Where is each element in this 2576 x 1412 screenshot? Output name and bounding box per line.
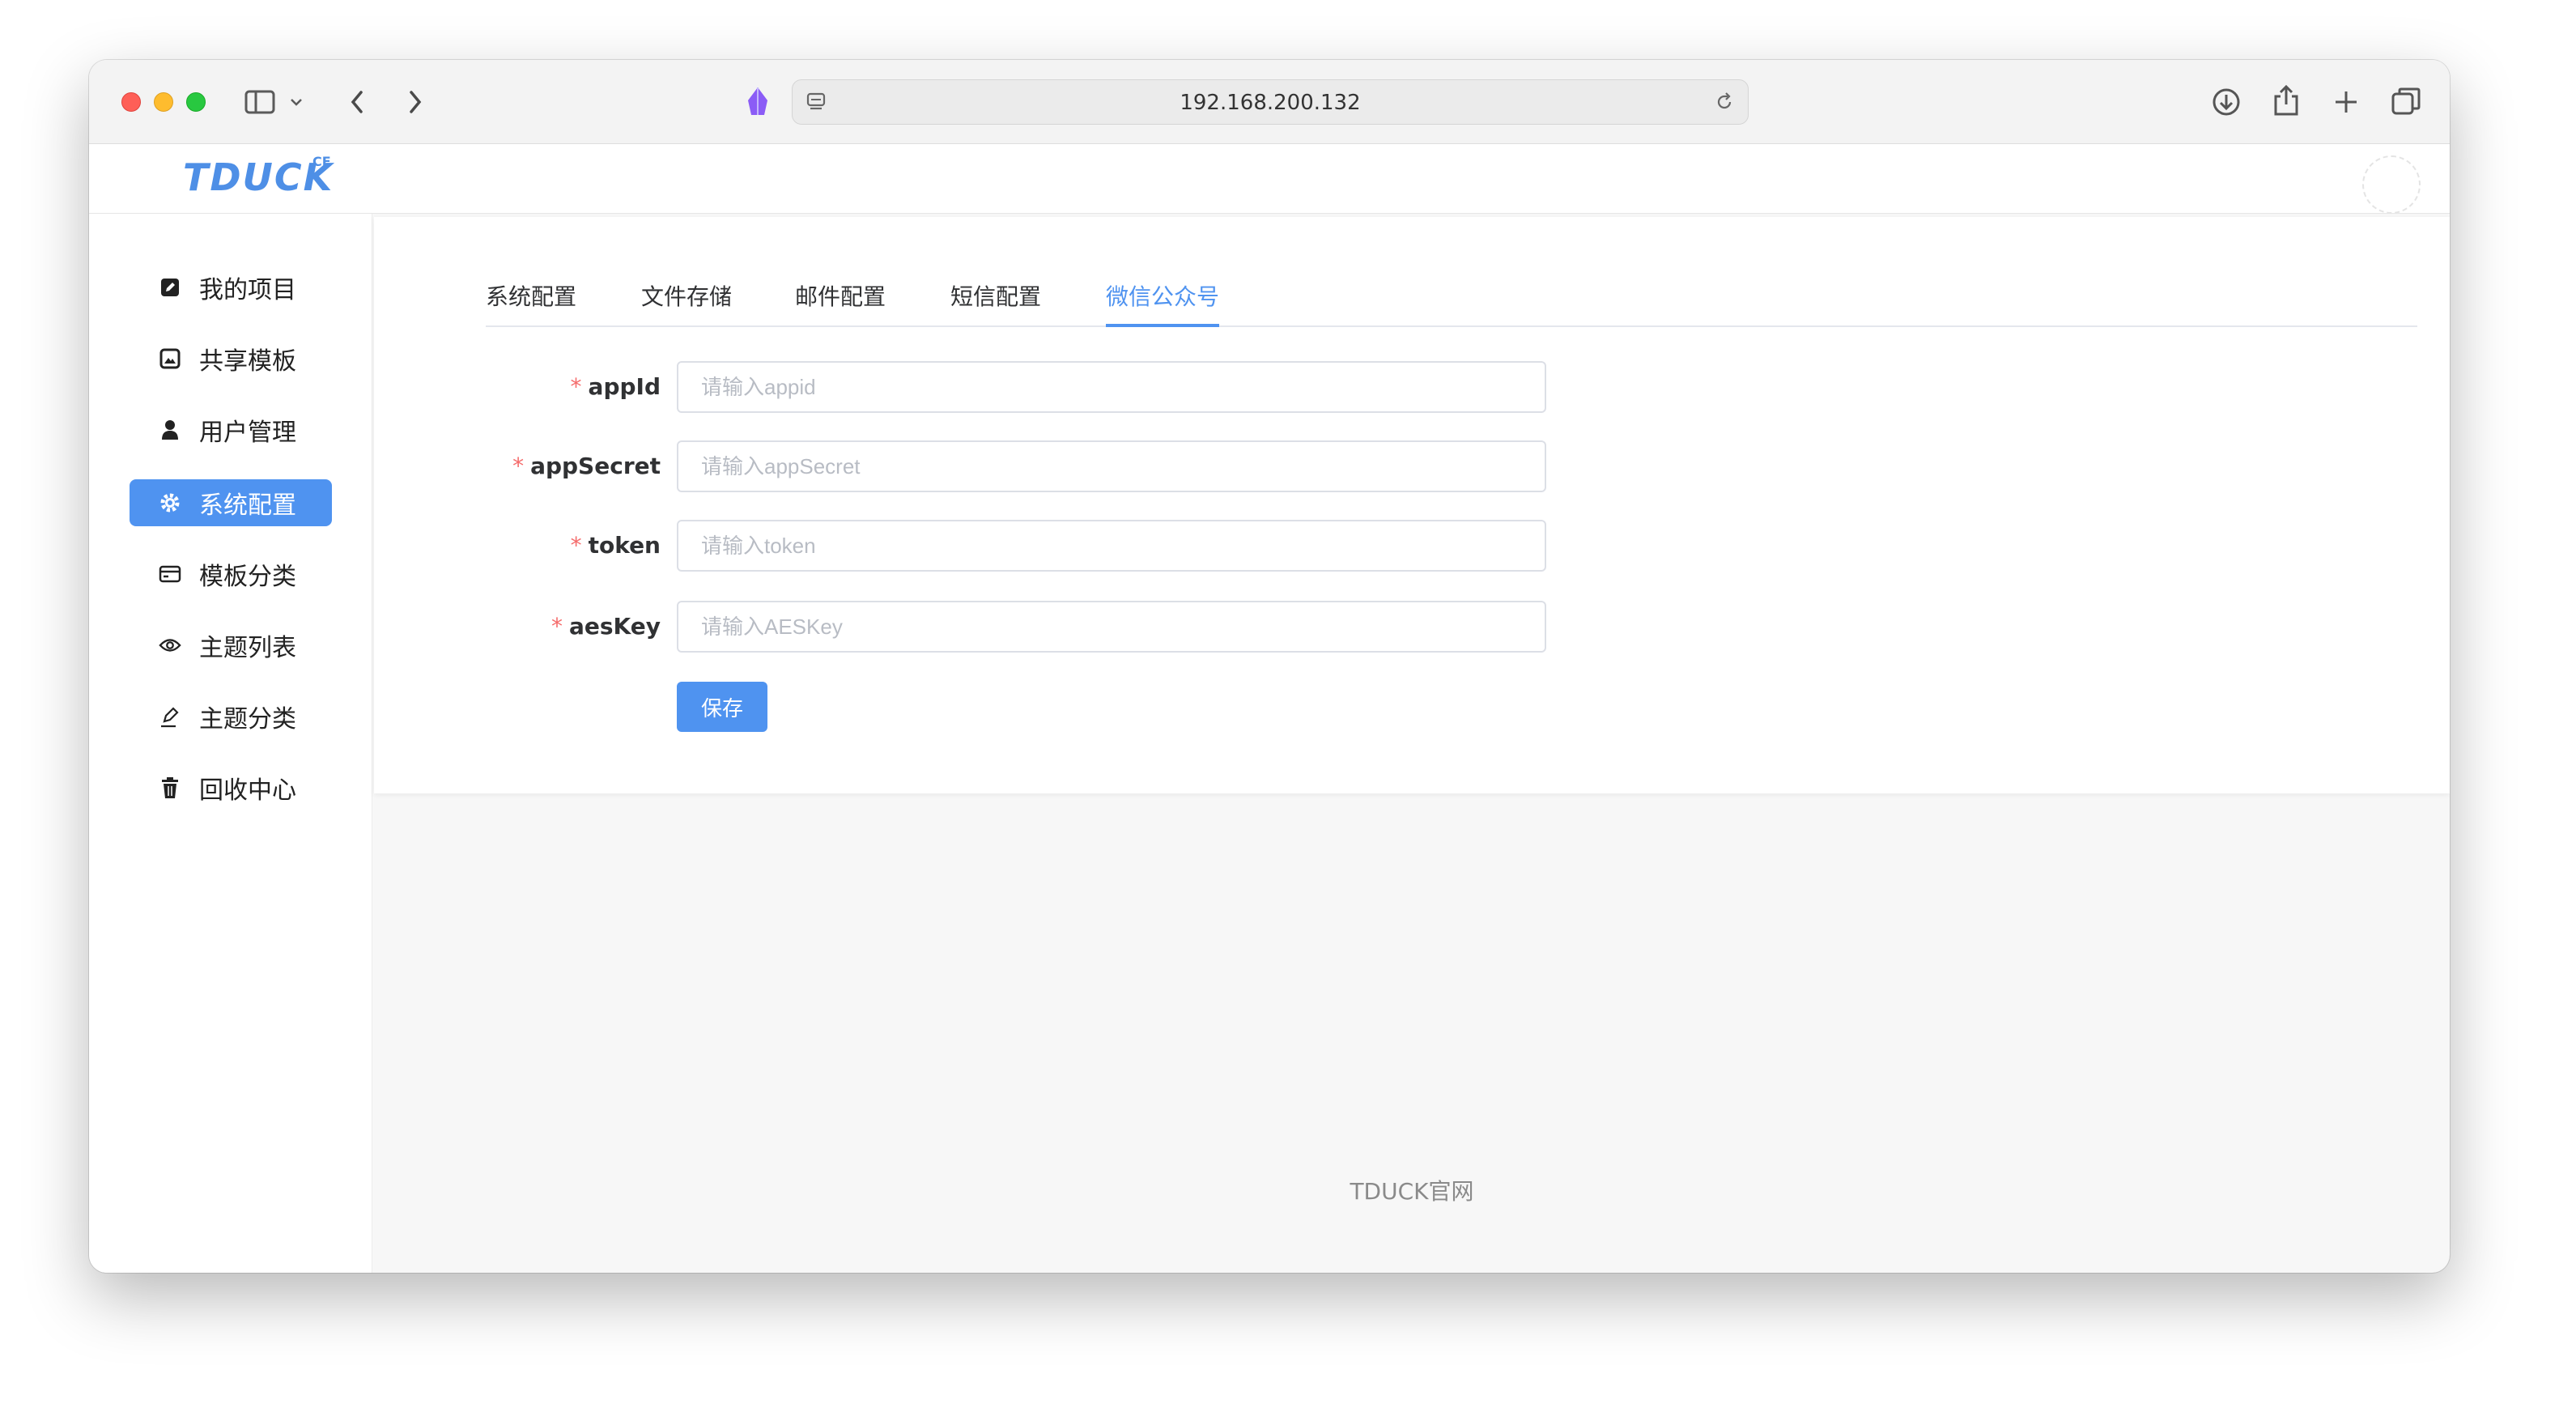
tab-overview-icon[interactable] [2387, 83, 2425, 121]
form-row-appsecret: * appSecret [374, 440, 2450, 492]
sidebar-item-user-management[interactable]: 用户管理 [130, 406, 332, 453]
active-tab-indicator [1106, 324, 1219, 327]
tab-email-config[interactable]: 邮件配置 [795, 274, 886, 327]
avatar[interactable] [2362, 155, 2421, 214]
appsecret-label: * appSecret [512, 453, 661, 479]
settings-card: 系统配置 文件存储 邮件配置 短信配置 微信公众号 *appId *appSec… [374, 217, 2450, 793]
token-input[interactable] [677, 520, 1546, 572]
form-row-aeskey: * aesKey [374, 601, 2450, 653]
sidebar-item-label: 回收中心 [199, 776, 296, 805]
address-bar[interactable]: 192.168.200.132 [792, 79, 1749, 125]
sidebar-toggle-icon[interactable] [243, 86, 278, 118]
share-icon[interactable] [2268, 81, 2304, 120]
app-header: TDUCK CE [89, 144, 2450, 214]
close-window-button[interactable] [121, 92, 141, 112]
sidebar-item-label: 模板分类 [199, 563, 296, 591]
required-mark: * [570, 373, 582, 400]
gear-icon [159, 491, 181, 514]
logo-edition: CE [312, 154, 331, 169]
sidebar-item-theme-categories[interactable]: 主题分类 [130, 693, 332, 740]
form-row-token: * token [374, 520, 2450, 572]
save-button[interactable]: 保存 [677, 682, 767, 732]
back-icon[interactable] [345, 86, 369, 118]
image-box-icon [159, 347, 181, 370]
footer-official-site-link[interactable]: TDUCK官网 [374, 1174, 2450, 1206]
card-icon [159, 563, 181, 585]
browser-window: 192.168.200.132 TDUCK CE 我的项目 共享模板 用户管理 … [89, 60, 2450, 1273]
sidebar-item-label: 我的项目 [199, 276, 296, 304]
sidebar-item-theme-list[interactable]: 主题列表 [130, 622, 332, 669]
browser-toolbar: 192.168.200.132 [89, 60, 2450, 144]
sidebar-item-recycle-center[interactable]: 回收中心 [130, 764, 332, 811]
tduck-logo[interactable]: TDUCK [183, 155, 334, 199]
zoom-window-button[interactable] [186, 92, 206, 112]
forward-icon[interactable] [403, 86, 427, 118]
config-tabs: 系统配置 文件存储 邮件配置 短信配置 微信公众号 [486, 274, 2417, 327]
tab-wechat-official-account[interactable]: 微信公众号 [1106, 274, 1219, 327]
sidebar-item-label: 系统配置 [199, 491, 296, 520]
required-mark: * [551, 613, 563, 640]
download-icon[interactable] [2208, 84, 2244, 120]
appid-input[interactable] [677, 361, 1546, 413]
trash-icon [159, 776, 181, 799]
sidebar-item-system-config[interactable]: 系统配置 [130, 479, 332, 526]
eye-icon [159, 634, 181, 657]
extension-icon[interactable] [740, 84, 776, 120]
appid-label: * appId [570, 373, 661, 400]
sidebar-item-label: 共享模板 [199, 347, 296, 376]
required-mark: * [570, 532, 582, 559]
sidebar-item-my-projects[interactable]: 我的项目 [130, 264, 332, 311]
new-tab-icon[interactable] [2328, 84, 2364, 120]
url-text: 192.168.200.132 [1180, 91, 1361, 115]
user-icon [159, 419, 181, 441]
appsecret-input[interactable] [677, 440, 1546, 492]
aeskey-input[interactable] [677, 601, 1546, 653]
tab-system-config[interactable]: 系统配置 [486, 274, 576, 327]
sidebar-item-template-categories[interactable]: 模板分类 [130, 551, 332, 598]
pen-icon [159, 705, 181, 728]
sidebar-item-label: 主题分类 [199, 705, 296, 734]
required-mark: * [512, 453, 525, 479]
sidebar-item-shared-templates[interactable]: 共享模板 [130, 335, 332, 382]
reload-icon[interactable] [1712, 90, 1736, 114]
sidebar-item-label: 主题列表 [199, 634, 296, 662]
tab-file-storage[interactable]: 文件存储 [641, 274, 732, 327]
minimize-window-button[interactable] [154, 92, 173, 112]
sidebar-item-label: 用户管理 [199, 419, 296, 447]
form-row-appid: * appId [374, 361, 2450, 413]
aeskey-label: * aesKey [551, 613, 661, 640]
tab-sms-config[interactable]: 短信配置 [950, 274, 1041, 327]
token-label: * token [570, 532, 661, 559]
sidebar: 我的项目 共享模板 用户管理 系统配置 模板分类 主题列表 主题分类 回收中心 [89, 214, 372, 1273]
edit-square-icon [159, 276, 181, 299]
chevron-down-icon[interactable] [288, 92, 304, 112]
